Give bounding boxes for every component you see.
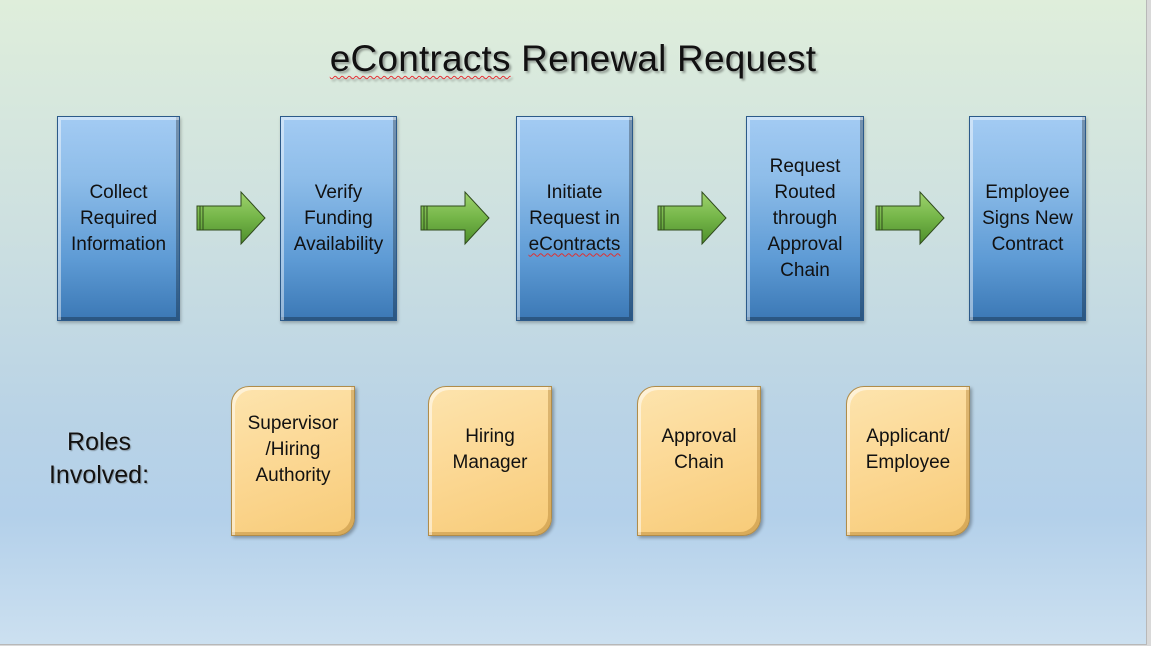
role-hiring-manager: Hiring Manager: [428, 386, 552, 536]
title-part-rest: Renewal Request: [510, 38, 817, 79]
role-label: Approval Chain: [661, 426, 737, 473]
step-label: Collect Required Information: [70, 181, 167, 255]
role-applicant-employee: Applicant/ Employee: [846, 386, 970, 536]
step-request-routed-approval-chain: Request Routed through Approval Chain: [746, 116, 864, 321]
roles-involved-label: Roles Involved:: [48, 428, 150, 489]
step-collect-required-information: Collect Required Information: [57, 116, 180, 321]
title-part-econtracts: eContracts: [329, 38, 511, 79]
right-arrow-icon: [420, 190, 490, 246]
slide-title: eContracts Renewal Request: [0, 38, 1146, 80]
econtracts-word: eContracts: [528, 233, 621, 255]
step-verify-funding-availability: Verify Funding Availability: [280, 116, 397, 321]
step-label: Verify Funding Availability: [293, 181, 384, 255]
step-employee-signs-contract: Employee Signs New Contract: [969, 116, 1086, 321]
role-label: Applicant/ Employee: [865, 426, 951, 473]
role-supervisor-hiring-authority: Supervisor /Hiring Authority: [231, 386, 355, 536]
role-label: Supervisor /Hiring Authority: [247, 413, 339, 486]
step-initiate-request: Initiate Request in eContracts: [516, 116, 633, 321]
right-arrow-icon: [196, 190, 266, 246]
role-label: Hiring Manager: [452, 426, 528, 473]
step-label: Request Routed through Approval Chain: [767, 155, 843, 281]
right-arrow-icon: [875, 190, 945, 246]
step-label: Initiate Request in eContracts: [528, 181, 621, 255]
step-label: Employee Signs New Contract: [982, 181, 1073, 255]
right-arrow-icon: [657, 190, 727, 246]
role-approval-chain: Approval Chain: [637, 386, 761, 536]
slide: eContracts Renewal Request Collect Requi…: [0, 0, 1147, 645]
